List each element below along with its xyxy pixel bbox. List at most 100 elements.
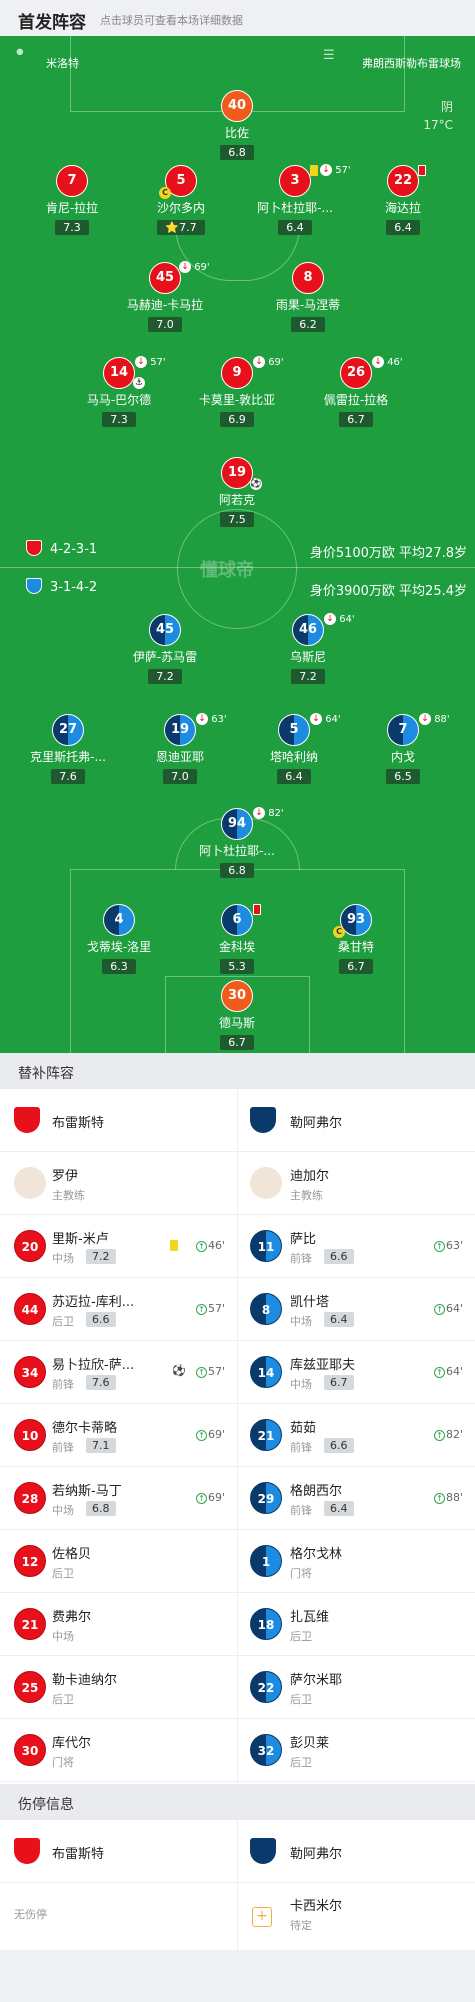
goal-ball-icon: ⚽ — [171, 1364, 186, 1377]
sub-out-event: ↓ 88' — [419, 713, 450, 725]
player-name: 里斯-米卢 — [52, 1232, 109, 1247]
sub-in-time: ↑ 64' — [433, 1365, 463, 1378]
subs-section-header: 替补阵容 — [0, 1053, 475, 1089]
sub-in-icon: ↑ — [433, 1240, 445, 1252]
away-player-st2[interactable]: 46 乌斯尼 7.2 ↓ 64' — [253, 613, 363, 684]
player-rating: 7.3 — [55, 220, 89, 235]
away-formation: 3-1-4-2 — [50, 580, 98, 595]
home-sub-row[interactable]: 12 佐格贝 后卫 — [0, 1530, 237, 1593]
player-name: 勒卡迪纳尔 — [52, 1673, 118, 1688]
away-sub-row[interactable]: 32 彭贝莱 后卫 — [238, 1719, 475, 1782]
home-sub-row[interactable]: 44 苏迈拉-库利... 后卫 6.6 ↑ 57' — [0, 1278, 237, 1341]
player-rating: 6.6 — [324, 1438, 354, 1453]
away-sub-row[interactable]: 8 凯什塔 中场 6.4 ↑ 64' — [238, 1278, 475, 1341]
sub-in-icon: ↑ — [195, 1366, 207, 1378]
away-player-lm[interactable]: 27 克里斯托弗-... 7.6 — [13, 714, 123, 784]
sub-out-icon: ↓ — [253, 807, 265, 819]
player-rating: 6.8 — [220, 145, 254, 160]
away-player-gk[interactable]: 30 德马斯 6.7 — [182, 980, 292, 1050]
player-name: 阿卜杜拉耶-... — [257, 201, 333, 215]
away-sub-row[interactable]: 18 扎瓦维 后卫 — [238, 1593, 475, 1656]
stadium-name: 弗朗西斯勒布雷球场 — [362, 57, 461, 70]
sub-in-time: ↑ 69' — [195, 1491, 225, 1504]
away-player-rm[interactable]: 7 内戈 6.5 ↓ 88' — [348, 713, 458, 784]
home-player-lb[interactable]: 22 海达拉 6.4 — [348, 165, 458, 235]
sub-in-icon: ↑ — [433, 1303, 445, 1315]
shirt-number: 7 — [56, 165, 88, 197]
sub-out-event: ↓ 46' — [372, 356, 403, 368]
player-name: 沙尔多内 — [156, 201, 205, 215]
shirt-number: 94 — [221, 808, 253, 840]
home-player-rb[interactable]: 7 肯尼-拉拉 7.3 — [17, 165, 127, 235]
home-coach-row[interactable]: 罗伊 主教练 — [0, 1152, 237, 1215]
medical-icon: + — [252, 1907, 272, 1927]
player-name: 德尔卡蒂略 — [52, 1421, 118, 1436]
away-sub-row[interactable]: 1 格尔戈林 门将 — [238, 1530, 475, 1593]
home-value-info: 身价5100万欧 平均27.8岁 — [309, 546, 467, 561]
player-name: 乌斯尼 — [289, 650, 326, 664]
sub-in-time: ↑ 64' — [433, 1302, 463, 1315]
home-crest-icon — [14, 1107, 40, 1133]
away-player-cb1[interactable]: 4 戈蒂埃-洛里 6.3 — [64, 904, 174, 974]
home-sub-row[interactable]: 21 费弗尔 中场 — [0, 1593, 237, 1656]
away-team-name: 勒阿弗尔 — [290, 1116, 343, 1131]
sub-out-event: ↓ 82' — [253, 807, 284, 819]
home-sub-row[interactable]: 10 德尔卡蒂略 前锋 7.1 ↑ 69' — [0, 1404, 237, 1467]
player-name: 马赫迪-卡马拉 — [126, 298, 204, 312]
coach-name: 迪加尔 — [290, 1169, 330, 1184]
player-name: 凯什塔 — [290, 1295, 330, 1310]
away-player-cb3[interactable]: 93 桑甘特 6.7 C — [301, 904, 411, 974]
home-player-dm2[interactable]: 8 雨果-马涅蒂 6.2 — [253, 262, 363, 332]
away-sub-row[interactable]: 29 格朗西尔 前锋 6.4 ↑ 88' — [238, 1467, 475, 1530]
home-sub-row[interactable]: 30 库代尔 门将 — [0, 1719, 237, 1782]
pitch: 懂球帝 ⚫ 米洛特 ☰ 弗朗西斯勒布雷球场 阴 17°C 40 比佐 6.8 7… — [0, 36, 475, 1053]
home-sub-row[interactable]: 20 里斯-米卢 中场 7.2 ↑ 46' — [0, 1215, 237, 1278]
sub-in-icon: ↑ — [195, 1303, 207, 1315]
home-player-gk[interactable]: 40 比佐 6.8 — [182, 90, 292, 160]
home-player-dm1[interactable]: 45 马赫迪-卡马拉 7.0 ↓ 69' — [110, 261, 220, 332]
shirt-number: 18 — [250, 1608, 282, 1640]
player-rating: 6.2 — [291, 317, 325, 332]
shirt-number: 32 — [250, 1734, 282, 1766]
coach-name: 罗伊 — [52, 1169, 79, 1184]
home-sub-row[interactable]: 34 易卜拉欣-萨... 前锋 7.6 ⚽ ↑ 57' — [0, 1341, 237, 1404]
away-player-cm2[interactable]: 5 塔哈利纳 6.4 ↓ 64' — [239, 713, 349, 784]
away-player-cm1[interactable]: 19 恩迪亚耶 7.0 ↓ 63' — [125, 713, 235, 784]
player-name: 库代尔 — [52, 1736, 92, 1751]
home-sub-row[interactable]: 28 若纳斯-马丁 中场 6.8 ↑ 69' — [0, 1467, 237, 1530]
away-sub-row[interactable]: 11 萨比 前锋 6.6 ↑ 63' — [238, 1215, 475, 1278]
away-crest-icon — [250, 1838, 276, 1864]
away-injury-row[interactable]: + 卡西米尔 待定 — [238, 1883, 475, 1950]
away-player-cb2[interactable]: 6 金科埃 5.3 — [182, 904, 292, 974]
away-coach-row[interactable]: 迪加尔 主教练 — [238, 1152, 475, 1215]
home-player-st[interactable]: 19 阿若克 7.5 ⚽ — [182, 457, 292, 527]
home-player-am3[interactable]: 26 佩雷拉-拉格 6.7 ↓ 46' — [301, 356, 411, 427]
away-sub-row[interactable]: 21 茹茹 前锋 6.6 ↑ 82' — [238, 1404, 475, 1467]
shirt-number: 10 — [14, 1419, 46, 1451]
player-name: 阿卜杜拉耶-... — [199, 844, 275, 858]
away-sub-row[interactable]: 14 库兹亚耶夫 中场 6.7 ↑ 64' — [238, 1341, 475, 1404]
away-player-dm[interactable]: 94 阿卜杜拉耶-... 6.8 ↓ 82' — [182, 807, 292, 878]
player-name: 卡莫里-敦比亚 — [198, 393, 276, 407]
away-team-name: 勒阿弗尔 — [290, 1847, 343, 1862]
home-player-am2[interactable]: 9 卡莫里-敦比亚 6.9 ↓ 69' — [182, 356, 292, 427]
home-sub-row[interactable]: 25 勒卡迪纳尔 后卫 — [0, 1656, 237, 1719]
injury-panel: 布雷斯特 勒阿弗尔 无伤停 + 卡西米尔 待定 — [0, 1820, 475, 1950]
stadium-icon: ☰ — [323, 48, 335, 63]
captain-icon: C — [159, 187, 171, 199]
player-rating: 6.7 — [220, 1035, 254, 1050]
shirt-number: 26 — [340, 357, 372, 389]
watermark-logo: 懂球帝 — [200, 560, 254, 581]
temperature: 17°C — [423, 118, 453, 132]
player-rating: 6.4 — [278, 220, 312, 235]
away-sub-row[interactable]: 22 萨尔米耶 后卫 — [238, 1656, 475, 1719]
sub-in-time: ↑ 57' — [195, 1302, 225, 1315]
home-player-am1[interactable]: 14 马马-巴尔德 7.3 ↓ 57' ⚓ — [64, 356, 174, 427]
player-rating: 5.3 — [220, 959, 254, 974]
away-player-st1[interactable]: 45 伊萨-苏马雷 7.2 — [110, 614, 220, 684]
player-rating: 7.5 — [220, 512, 254, 527]
lineup-header: 首发阵容 点击球员可查看本场详细数据 — [0, 0, 475, 36]
home-player-cb2[interactable]: 3 阿卜杜拉耶-... 6.4 ↓ 57' — [240, 164, 351, 235]
goal-ball-icon: ⚽ — [250, 478, 262, 490]
home-player-cb1[interactable]: 5 沙尔多内 ⭐7.7 C — [126, 165, 236, 235]
